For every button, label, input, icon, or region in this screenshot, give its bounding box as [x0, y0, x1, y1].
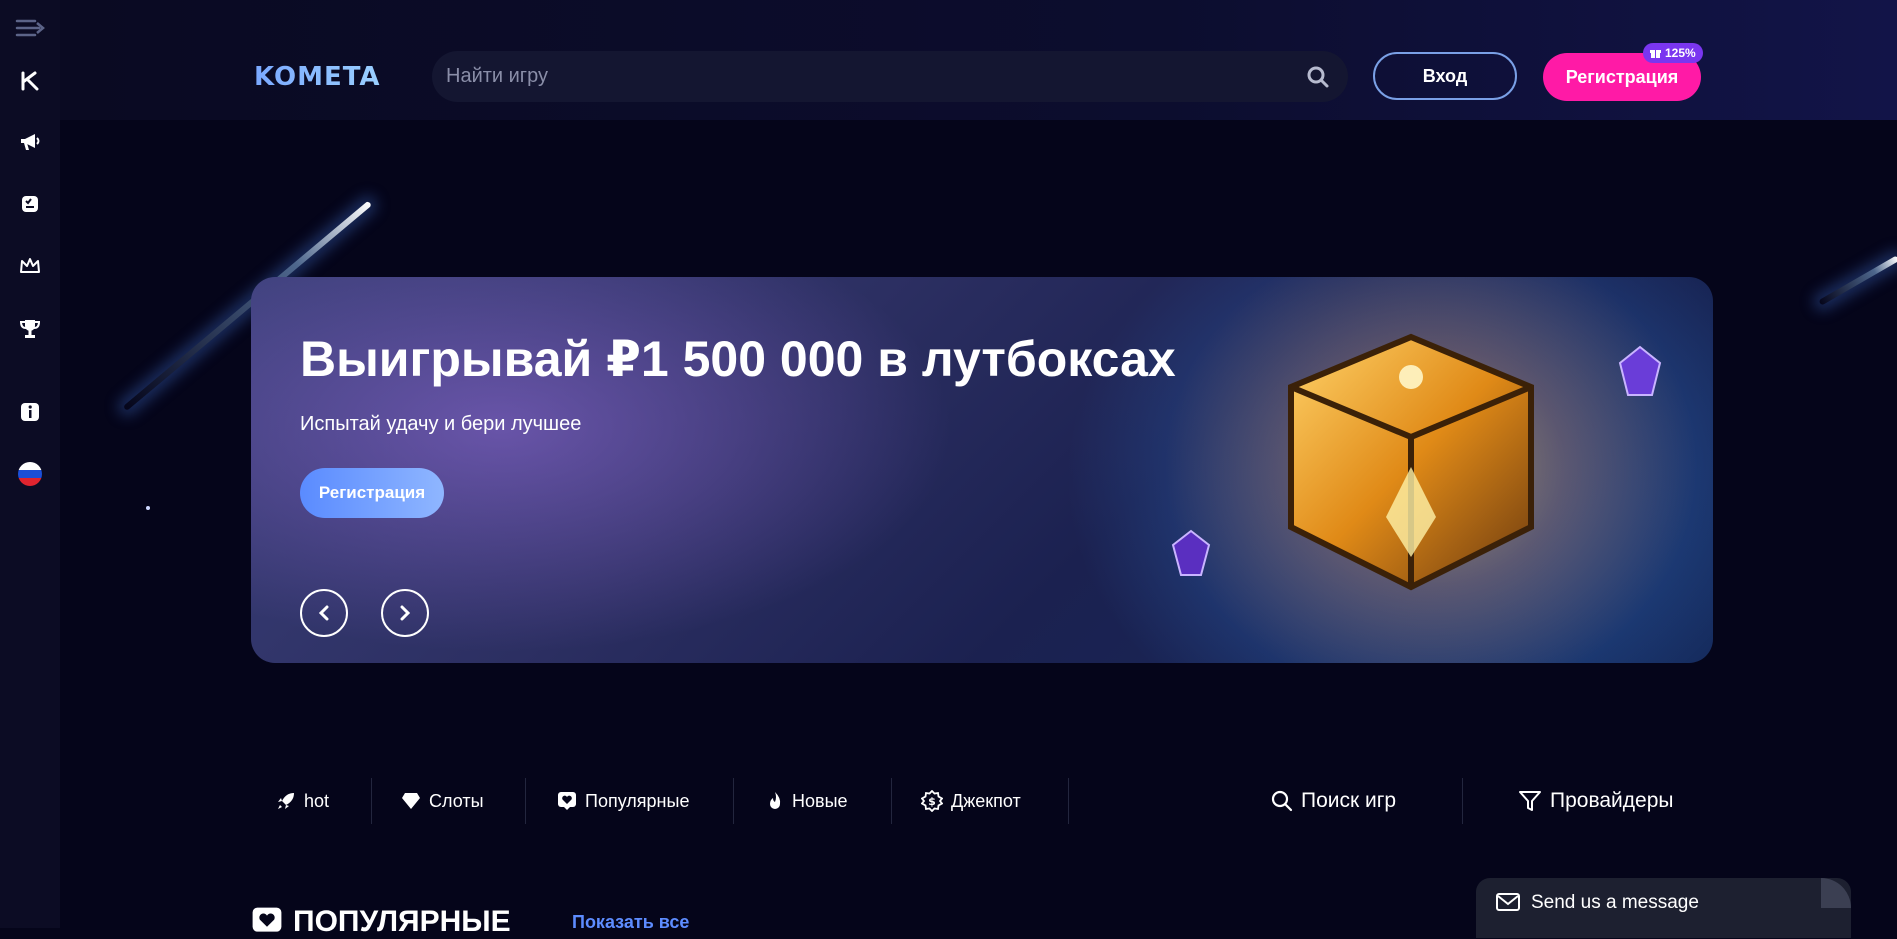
- chat-corner: [1821, 878, 1851, 908]
- bonus-badge: 125%: [1643, 43, 1703, 63]
- search-games-label: Поиск игр: [1301, 789, 1396, 813]
- tab-hot[interactable]: hot: [276, 778, 329, 824]
- tab-divider: [1068, 778, 1069, 824]
- banner-next-button[interactable]: [381, 589, 429, 637]
- gem-decoration: [1169, 529, 1213, 579]
- comet-decoration: [1819, 255, 1897, 305]
- megaphone-icon[interactable]: [14, 126, 46, 158]
- tab-divider: [733, 778, 734, 824]
- search-input[interactable]: Найти игру: [432, 51, 1348, 102]
- login-button[interactable]: Вход: [1373, 52, 1517, 100]
- crown-icon[interactable]: [14, 250, 46, 282]
- banner-register-button[interactable]: Регистрация: [300, 468, 444, 518]
- star-decoration: [146, 506, 150, 510]
- heart-icon: [251, 906, 283, 938]
- heart-icon: [557, 791, 577, 811]
- chat-widget[interactable]: Send us a message: [1476, 878, 1851, 938]
- tab-jackpot[interactable]: $ Джекпот: [921, 778, 1021, 824]
- banner-subtitle: Испытай удачу и бери лучшее: [300, 413, 581, 436]
- providers-label: Провайдеры: [1550, 789, 1674, 813]
- tab-popular-label: Популярные: [585, 791, 689, 812]
- search-games-button[interactable]: Поиск игр: [1271, 778, 1396, 824]
- tab-new-label: Новые: [792, 791, 848, 812]
- search-placeholder: Найти игру: [446, 65, 548, 88]
- info-icon[interactable]: [14, 396, 46, 428]
- show-all-link[interactable]: Показать все: [572, 912, 689, 933]
- chevron-right-icon: [398, 605, 412, 621]
- diamond-icon: [401, 792, 421, 810]
- svg-text:$: $: [928, 795, 936, 808]
- envelope-icon: [1496, 893, 1520, 916]
- tab-popular[interactable]: Популярные: [557, 778, 689, 824]
- menu-collapse-icon[interactable]: [14, 12, 46, 44]
- providers-button[interactable]: Провайдеры: [1518, 778, 1674, 824]
- gem-decoration: [1616, 345, 1664, 401]
- rocket-icon: [276, 791, 296, 811]
- russia-flag-icon[interactable]: [14, 458, 46, 490]
- tab-divider: [371, 778, 372, 824]
- kometa-k-icon[interactable]: [14, 65, 46, 97]
- search-icon: [1271, 790, 1293, 812]
- flame-icon: [766, 791, 784, 811]
- banner-title: Выигрывай ₽1 500 000 в лутбоксах: [300, 330, 1176, 388]
- category-tabs: hot Слоты Популярные Новые $ Джекпот Пои…: [251, 778, 1713, 824]
- trophy-icon[interactable]: [14, 313, 46, 345]
- tab-jackpot-label: Джекпот: [951, 791, 1021, 812]
- popular-section-title: ПОПУЛЯРНЫЕ: [251, 905, 511, 939]
- sidebar: [0, 0, 60, 928]
- search-icon[interactable]: [1306, 65, 1330, 94]
- bonus-badge-text: 125%: [1665, 46, 1696, 60]
- chat-label: Send us a message: [1531, 892, 1699, 914]
- tab-slots-label: Слоты: [429, 791, 484, 812]
- chevron-left-icon: [317, 605, 331, 621]
- tab-divider: [1462, 778, 1463, 824]
- tab-divider: [525, 778, 526, 824]
- tab-new[interactable]: Новые: [766, 778, 848, 824]
- banner-prev-button[interactable]: [300, 589, 348, 637]
- gift-icon: [1650, 48, 1661, 59]
- tab-slots[interactable]: Слоты: [401, 778, 484, 824]
- filter-icon: [1518, 789, 1542, 813]
- popular-section-label: ПОПУЛЯРНЫЕ: [293, 905, 511, 939]
- tab-hot-label: hot: [304, 791, 329, 812]
- loot-chest-image: [1261, 317, 1561, 617]
- kometa-logo[interactable]: KOMETA: [254, 62, 381, 92]
- ticket-icon[interactable]: [14, 188, 46, 220]
- jackpot-icon: $: [921, 790, 943, 812]
- promo-banner[interactable]: Выигрывай ₽1 500 000 в лутбоксах Испытай…: [251, 277, 1713, 663]
- tab-divider: [891, 778, 892, 824]
